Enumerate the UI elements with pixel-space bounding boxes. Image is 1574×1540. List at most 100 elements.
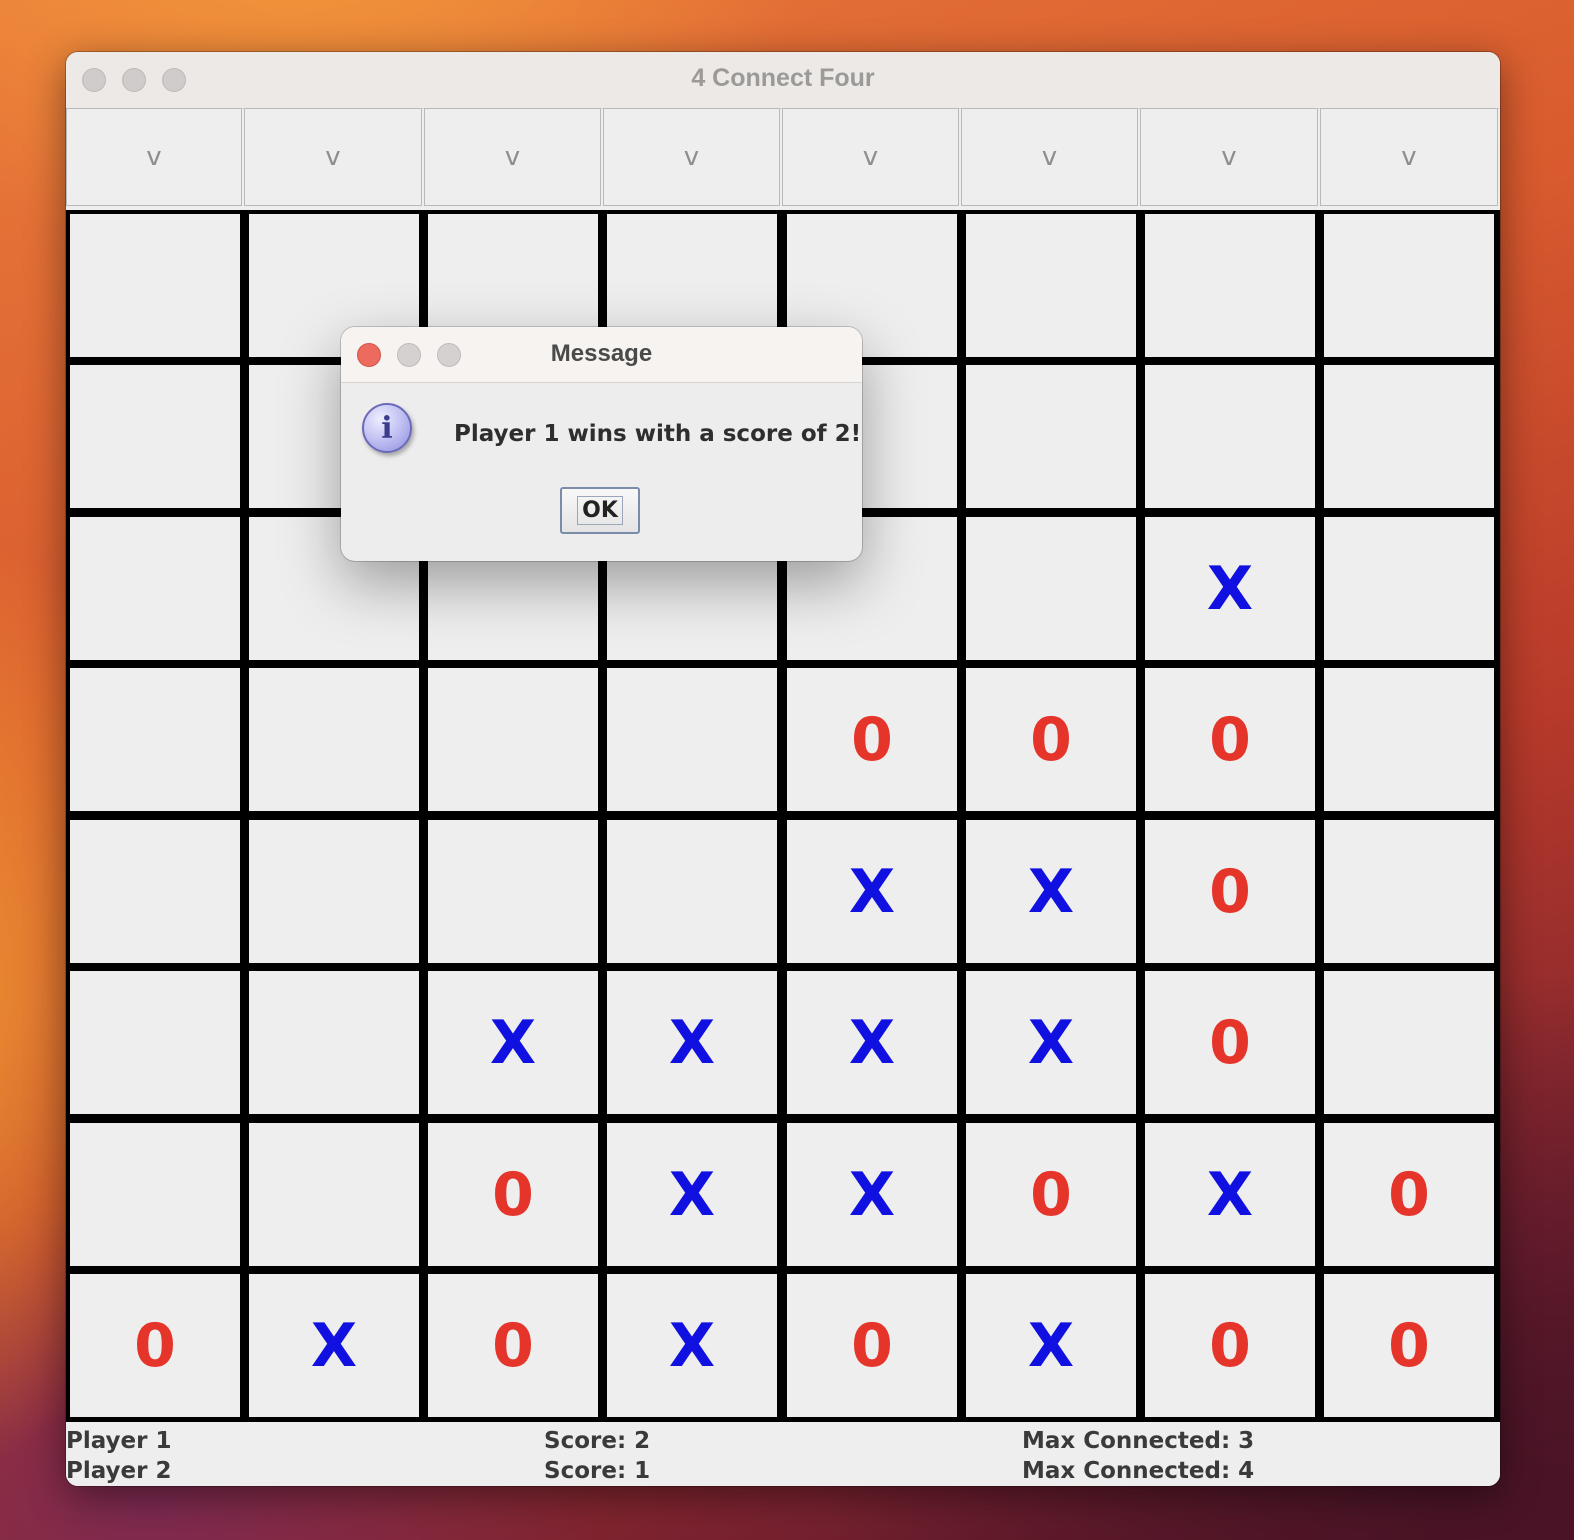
dialog-title: Message xyxy=(550,340,653,367)
message-dialog: Message i Player 1 wins with a score of … xyxy=(341,327,862,561)
window-title: 4 Connect Four xyxy=(691,64,875,92)
x-piece: X xyxy=(1027,1007,1075,1078)
ok-button-label: OK xyxy=(577,496,623,525)
board-cell xyxy=(966,365,1136,508)
board-cell xyxy=(607,668,777,811)
x-piece: X xyxy=(489,1007,537,1078)
x-piece: X xyxy=(1027,856,1075,927)
board-cell xyxy=(607,820,777,963)
board-cell: 0 xyxy=(966,668,1136,811)
column-3-drop-button[interactable]: v xyxy=(424,108,601,206)
x-piece: X xyxy=(848,856,896,927)
dialog-titlebar[interactable]: Message xyxy=(341,327,862,383)
o-piece: 0 xyxy=(851,1310,893,1381)
x-piece: X xyxy=(310,1310,358,1381)
x-piece: X xyxy=(848,1159,896,1230)
o-piece: 0 xyxy=(1030,704,1072,775)
o-piece: 0 xyxy=(1030,1159,1072,1230)
o-piece: 0 xyxy=(492,1310,534,1381)
o-piece: 0 xyxy=(1209,1310,1251,1381)
board-cell xyxy=(70,820,240,963)
board-cell xyxy=(249,820,419,963)
board-cell xyxy=(428,668,598,811)
board-cell: X xyxy=(249,1274,419,1417)
player-2-score: Score: 1 xyxy=(544,1458,651,1484)
x-piece: X xyxy=(1206,553,1254,624)
player-1-name: Player 1 xyxy=(66,1428,172,1454)
board-cell: 0 xyxy=(70,1274,240,1417)
board-cell xyxy=(428,820,598,963)
board-cell: X xyxy=(966,1274,1136,1417)
board-cell: 0 xyxy=(1145,820,1315,963)
board-cell xyxy=(70,214,240,357)
column-4-drop-button[interactable]: v xyxy=(603,108,780,206)
board-cell xyxy=(249,1123,419,1266)
column-6-drop-button[interactable]: v xyxy=(961,108,1138,206)
board-cell xyxy=(70,1123,240,1266)
o-piece: 0 xyxy=(1209,856,1251,927)
game-window: 4 Connect Four vvvvvvvv X000XX0XXXX00XX0… xyxy=(66,52,1500,1486)
board-cell: 0 xyxy=(1145,1274,1315,1417)
x-piece: X xyxy=(668,1007,716,1078)
board-cell: X xyxy=(787,820,957,963)
board-cell: X xyxy=(787,971,957,1114)
o-piece: 0 xyxy=(134,1310,176,1381)
board-cell: 0 xyxy=(1324,1274,1494,1417)
board-cell xyxy=(70,365,240,508)
status-bar: Player 1 Score: 2 Max Connected: 3 Playe… xyxy=(66,1424,1500,1486)
column-8-drop-button[interactable]: v xyxy=(1320,108,1498,206)
board-cell: 0 xyxy=(966,1123,1136,1266)
ok-button[interactable]: OK xyxy=(560,487,640,534)
board-cell xyxy=(70,517,240,660)
board-cell: 0 xyxy=(1145,971,1315,1114)
o-piece: 0 xyxy=(1209,704,1251,775)
board-cell: X xyxy=(607,1123,777,1266)
x-piece: X xyxy=(1206,1159,1254,1230)
board-cell: 0 xyxy=(428,1274,598,1417)
o-piece: 0 xyxy=(1388,1159,1430,1230)
o-piece: 0 xyxy=(1209,1007,1251,1078)
board-cell xyxy=(70,971,240,1114)
x-piece: X xyxy=(668,1310,716,1381)
board-cell: 0 xyxy=(787,1274,957,1417)
x-piece: X xyxy=(1027,1310,1075,1381)
board-cell xyxy=(1324,668,1494,811)
player-1-max-connected: Max Connected: 3 xyxy=(1022,1428,1255,1454)
window-titlebar[interactable]: 4 Connect Four xyxy=(66,52,1500,109)
board-cell xyxy=(1145,214,1315,357)
board-cell xyxy=(966,214,1136,357)
board-cell: 0 xyxy=(428,1123,598,1266)
o-piece: 0 xyxy=(851,704,893,775)
board-cell: X xyxy=(607,1274,777,1417)
dialog-message: Player 1 wins with a score of 2! xyxy=(454,421,862,447)
board-cell xyxy=(1324,365,1494,508)
column-2-drop-button[interactable]: v xyxy=(244,108,422,206)
board-cell xyxy=(966,517,1136,660)
board-cell: X xyxy=(966,820,1136,963)
column-5-drop-button[interactable]: v xyxy=(782,108,959,206)
board-cell xyxy=(1324,214,1494,357)
o-piece: 0 xyxy=(1388,1310,1430,1381)
x-piece: X xyxy=(848,1007,896,1078)
board-cell xyxy=(249,971,419,1114)
column-drop-buttons: vvvvvvvv xyxy=(66,108,1500,206)
player-1-score: Score: 2 xyxy=(544,1428,651,1454)
player-2-max-connected: Max Connected: 4 xyxy=(1022,1458,1255,1484)
column-7-drop-button[interactable]: v xyxy=(1140,108,1318,206)
board-cell: X xyxy=(607,971,777,1114)
board-cell: 0 xyxy=(1145,668,1315,811)
board-cell xyxy=(70,668,240,811)
board-cell: X xyxy=(428,971,598,1114)
board-cell: 0 xyxy=(1324,1123,1494,1266)
board-cell: X xyxy=(1145,517,1315,660)
board-cell xyxy=(1324,517,1494,660)
player-2-name: Player 2 xyxy=(66,1458,172,1484)
o-piece: 0 xyxy=(492,1159,534,1230)
info-icon: i xyxy=(362,403,412,453)
board-cell: 0 xyxy=(787,668,957,811)
board-cell xyxy=(1324,820,1494,963)
board-cell: X xyxy=(787,1123,957,1266)
column-1-drop-button[interactable]: v xyxy=(66,108,242,206)
board-cell: X xyxy=(1145,1123,1315,1266)
board-cell xyxy=(1145,365,1315,508)
